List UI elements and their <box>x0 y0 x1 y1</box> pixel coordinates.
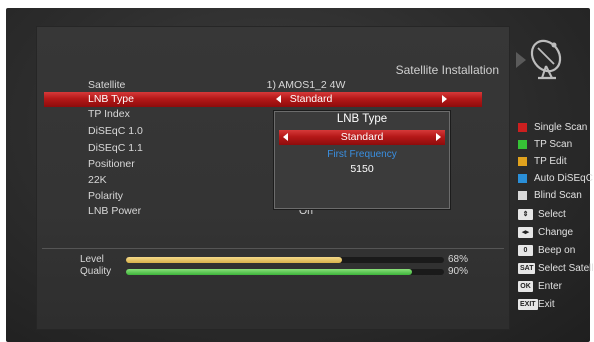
remote-key-icon: 0 <box>518 245 533 256</box>
help-label: Blind Scan <box>534 190 582 201</box>
lnb-type-selector[interactable]: Standard <box>279 130 445 145</box>
color-key-icon <box>518 157 527 166</box>
first-frequency-label: First Frequency <box>327 149 397 160</box>
setting-label: Polarity <box>88 190 124 202</box>
help-label: Exit <box>538 299 555 310</box>
setting-label: TP Index <box>88 108 130 120</box>
tv-screen: Satellite Installation Satellite 1) AMOS… <box>6 8 594 342</box>
lnb-type-popup: LNB Type Standard First Frequency 5150 <box>274 111 450 209</box>
setting-row-lnb-type[interactable]: LNB Type Standard <box>44 92 482 107</box>
level-bar <box>126 257 444 263</box>
arrow-right-icon[interactable] <box>436 133 441 141</box>
setting-label: DiSEqC 1.0 <box>88 125 143 137</box>
level-bar-fill <box>126 257 343 263</box>
satellite-dish-icon <box>516 30 576 90</box>
remote-key-icon: ⇕ <box>518 209 533 220</box>
help-label: TP Scan <box>534 139 573 150</box>
arrow-left-icon[interactable] <box>283 133 288 141</box>
setting-row-satellite[interactable]: Satellite 1) AMOS1_2 4W <box>44 78 472 93</box>
setting-label: 22K <box>88 174 107 186</box>
help-label: Beep on <box>538 245 576 256</box>
level-label: Level <box>80 254 104 265</box>
popup-title: LNB Type <box>336 113 388 125</box>
help-label: TP Edit <box>534 156 567 167</box>
help-label: Auto DiSEqC <box>534 173 593 184</box>
arrow-right-icon[interactable] <box>442 95 447 103</box>
remote-key-icon: OK <box>518 281 533 292</box>
help-label: Single Scan <box>534 122 588 133</box>
remote-key-icon: SAT <box>518 263 536 274</box>
help-label: Select <box>538 209 566 220</box>
quality-bar-fill <box>126 269 413 275</box>
setting-label: DiSEqC 1.1 <box>88 142 143 154</box>
lnb-type-selected: Standard <box>340 131 384 143</box>
quality-percent: 90% <box>448 266 469 277</box>
help-label: Enter <box>538 281 562 292</box>
remote-key-icon: EXIT <box>518 299 538 310</box>
setting-value: Standard <box>289 93 333 105</box>
first-frequency-field[interactable]: 5150 <box>275 163 449 175</box>
setting-value: 1) AMOS1_2 4W <box>266 79 346 91</box>
color-key-icon <box>518 140 527 149</box>
help-label: Change <box>538 227 574 238</box>
color-key-icon <box>518 174 527 183</box>
color-key-icon <box>518 123 527 132</box>
quality-label: Quality <box>80 266 112 277</box>
level-percent: 68% <box>448 254 469 265</box>
quality-bar <box>126 269 444 275</box>
divider <box>42 248 504 249</box>
remote-key-icon: ◂▸ <box>518 227 533 238</box>
setting-label: Positioner <box>88 158 135 170</box>
help-label: Select Satellite <box>538 263 594 274</box>
color-key-icon <box>518 191 527 200</box>
panel-title: Satellite Installation <box>395 63 499 77</box>
